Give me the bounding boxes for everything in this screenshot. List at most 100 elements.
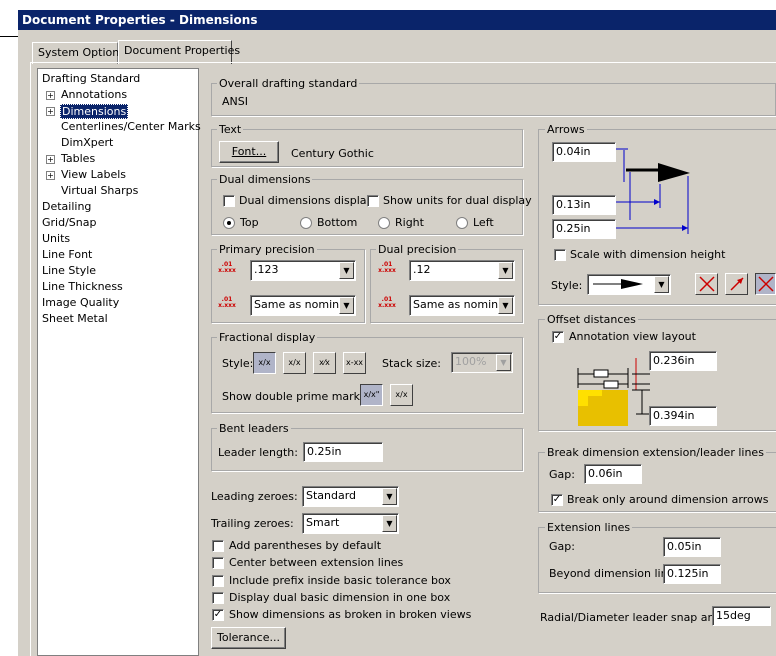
show-units-checkbox[interactable] (367, 195, 379, 207)
precision-glyph: .01 x.xxx (218, 296, 236, 309)
top-label: Top (240, 216, 259, 229)
trailing-zeroes-select[interactable]: Smart ▼ (302, 513, 399, 534)
trailing-zeroes-value: Smart (306, 516, 340, 529)
arrow-style-select[interactable]: ▼ (587, 274, 671, 295)
dual-tolerance-precision-select[interactable]: Same as nominal ▼ (409, 295, 515, 316)
precision-icon: .01 x.xxx (378, 297, 396, 315)
dual-precision-select[interactable]: .12 ▼ (409, 260, 515, 281)
prefix-label: Include prefix inside basic tolerance bo… (229, 574, 451, 587)
fraction-linear-button[interactable]: x-xx (343, 352, 366, 374)
arrow-style-icon (593, 279, 643, 289)
overall-label: Overall drafting standard (217, 77, 360, 90)
stack-size-label: Stack size: (382, 357, 441, 370)
arrows-smart-button[interactable] (755, 273, 776, 295)
tab-document-properties[interactable]: Document Properties (118, 40, 240, 64)
tree-item-drafting-standard[interactable]: Drafting Standard (42, 72, 140, 85)
tree-item-sheet-metal[interactable]: Sheet Metal (42, 312, 108, 325)
arrows-smart-icon (758, 276, 774, 292)
tree-item-grid-snap[interactable]: Grid/Snap (42, 216, 96, 229)
tolerance-button[interactable]: Tolerance... (211, 627, 286, 649)
tree-item-line-thickness[interactable]: Line Thickness (42, 280, 123, 293)
scale-with-height-label: Scale with dimension height (570, 248, 726, 261)
arrow-height-input[interactable]: 0.04in (552, 142, 616, 162)
precision-glyph: .01 x.xxx (378, 296, 396, 309)
precision-icon: .01 x.xxx (218, 297, 236, 315)
break-only-checkbox[interactable]: ✓ (551, 494, 563, 506)
tab-system-options[interactable]: System Options (32, 42, 125, 64)
broken-checkbox[interactable]: ✓ (212, 609, 224, 621)
top-radio[interactable] (223, 217, 235, 229)
font-name: Century Gothic (291, 147, 374, 160)
left-radio[interactable] (456, 217, 468, 229)
offset-label: Offset distances (545, 313, 638, 326)
arrows-inside-icon (729, 277, 744, 291)
dual-basic-checkbox[interactable] (212, 592, 224, 604)
primary-precision-select[interactable]: .123 ▼ (250, 260, 356, 281)
fraction-glyph: x/x (258, 358, 271, 367)
beyond-label: Beyond dimension line: (549, 567, 679, 580)
fraction-stacked-button[interactable]: x/x (283, 352, 306, 374)
tree-item-centerlines[interactable]: Centerlines/Center Marks (61, 120, 201, 133)
chevron-down-icon[interactable]: ▼ (339, 262, 354, 279)
scale-with-height-checkbox[interactable] (554, 249, 566, 261)
tree-item-line-font[interactable]: Line Font (42, 248, 92, 261)
tree-item-virtual-sharps[interactable]: Virtual Sharps (61, 184, 138, 197)
tree-item-line-style[interactable]: Line Style (42, 264, 96, 277)
tree-item-units[interactable]: Units (42, 232, 70, 245)
prime-mark-on-button[interactable]: x/x" (360, 384, 383, 406)
primary-precision-label: Primary precision (217, 243, 317, 256)
arrow-width-input[interactable]: 0.13in (552, 195, 616, 215)
expand-icon[interactable]: + (46, 91, 55, 100)
font-button[interactable]: Font... (219, 141, 279, 163)
fraction-diagonal-button[interactable]: x⁄x (313, 352, 336, 374)
chevron-down-icon[interactable]: ▼ (496, 354, 511, 371)
tree-item-dimensions[interactable]: Dimensions (60, 104, 129, 119)
chevron-down-icon[interactable]: ▼ (654, 276, 669, 293)
dual-display-checkbox[interactable] (223, 195, 235, 207)
prefix-checkbox[interactable] (212, 575, 224, 587)
leading-zeroes-label: Leading zeroes: (211, 490, 298, 503)
arrows-outside-button[interactable] (695, 273, 718, 295)
expand-icon[interactable]: + (46, 155, 55, 164)
prime-mark-label: Show double prime mark ("): (222, 390, 381, 403)
arrows-inside-button[interactable] (725, 273, 748, 295)
chevron-down-icon[interactable]: ▼ (382, 488, 397, 505)
arrow-length-input[interactable]: 0.25in (552, 219, 616, 239)
fraction-style-button[interactable]: x/x (253, 352, 276, 374)
chevron-down-icon[interactable]: ▼ (339, 297, 354, 314)
expand-icon[interactable]: + (46, 107, 55, 116)
break-gap-input[interactable]: 0.06in (584, 464, 642, 484)
chevron-down-icon[interactable]: ▼ (382, 515, 397, 532)
dual-precision-value: .12 (413, 263, 431, 276)
beyond-input[interactable]: 0.125in (663, 564, 721, 584)
extension-gap-input[interactable]: 0.05in (663, 537, 721, 557)
chevron-down-icon[interactable]: ▼ (498, 297, 513, 314)
parentheses-checkbox[interactable] (212, 540, 224, 552)
annotation-layout-checkbox[interactable]: ✓ (552, 331, 564, 343)
tree-item-dimxpert[interactable]: DimXpert (61, 136, 113, 149)
leading-zeroes-select[interactable]: Standard ▼ (302, 486, 399, 507)
leader-length-input[interactable]: 0.25in (303, 442, 383, 462)
tree-item-annotations[interactable]: Annotations (61, 88, 127, 101)
expand-icon[interactable]: + (46, 171, 55, 180)
prime-glyph: x/x" (363, 390, 380, 399)
dual-display-label: Dual dimensions display (239, 194, 374, 207)
tree-item-tables[interactable]: Tables (61, 152, 95, 165)
offset-second-input[interactable]: 0.394in (649, 406, 717, 426)
tree-item-detailing[interactable]: Detailing (42, 200, 91, 213)
left-label: Left (473, 216, 494, 229)
bottom-radio[interactable] (300, 217, 312, 229)
text-group-label: Text (217, 123, 244, 136)
chevron-down-icon[interactable]: ▼ (498, 262, 513, 279)
right-radio[interactable] (378, 217, 390, 229)
stack-size-select[interactable]: 100% ▼ (451, 352, 513, 373)
category-tree[interactable]: Drafting Standard + Annotations + Dimens… (37, 68, 201, 656)
primary-tolerance-precision-select[interactable]: Same as nominal ▼ (250, 295, 356, 316)
offset-first-input[interactable]: 0.236in (649, 351, 717, 371)
tree-item-view-labels[interactable]: View Labels (61, 168, 126, 181)
center-checkbox[interactable] (212, 557, 224, 569)
tree-item-image-quality[interactable]: Image Quality (42, 296, 119, 309)
radial-snap-input[interactable]: 15deg (712, 606, 771, 626)
prime-mark-off-button[interactable]: x/x (390, 384, 413, 406)
fraction-glyph: x/x (288, 358, 301, 367)
